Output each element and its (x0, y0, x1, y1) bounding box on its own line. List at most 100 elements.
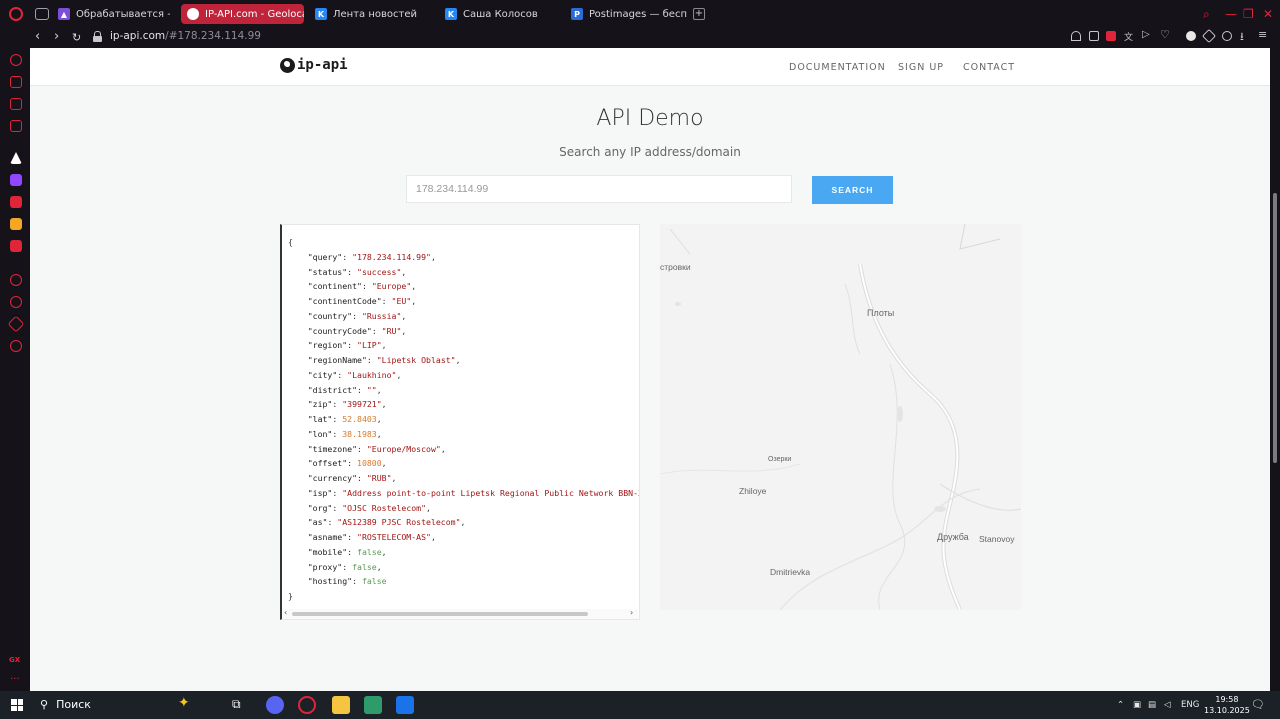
json-line: "country": "Russia", (307, 310, 407, 321)
gmail-icon[interactable] (10, 120, 22, 132)
brand-logo[interactable]: ip-api (280, 57, 348, 73)
new-tab-button[interactable]: + (693, 8, 705, 20)
menu-icon[interactable]: ≡ (1258, 28, 1268, 41)
tab-vk-profile[interactable]: K Саша Колосов (439, 4, 559, 24)
snapshot-icon[interactable] (1089, 31, 1099, 41)
search-icon[interactable]: ⌕ (1203, 7, 1210, 22)
json-line: "asname": "ROSTELECOM-AS", (307, 532, 436, 542)
gx-corner-icon[interactable] (10, 98, 22, 110)
taskbar-search[interactable]: ⚲ Поиск (40, 698, 91, 711)
opera-gx-icon[interactable] (298, 696, 316, 714)
adblock-shield-icon[interactable] (1106, 31, 1116, 41)
download-icon[interactable]: ⭳ (1240, 28, 1250, 43)
opera-sidebar: GX ··· (0, 48, 30, 691)
language-indicator[interactable]: ENG (1181, 700, 1199, 710)
page-viewport: ip-api DOCUMENTATION SIGN UP CONTACT API… (30, 48, 1270, 691)
json-value: "RU" (381, 325, 402, 336)
json-response-panel[interactable]: { "query": "178.234.114.99", "status": "… (280, 224, 640, 620)
ip-search-input[interactable] (406, 175, 792, 203)
horizontal-scrollbar[interactable]: ‹ › (282, 608, 638, 619)
tab-yava[interactable]: ▲ Обрабатывается - Yava (52, 4, 170, 24)
json-key: "asname" (307, 532, 348, 542)
map-label: Dmitrievka (770, 567, 811, 577)
twitch-icon[interactable] (10, 174, 22, 186)
close-icon[interactable]: ✕ (1263, 7, 1273, 21)
translate-icon[interactable]: 文 (1124, 30, 1134, 43)
history-icon[interactable] (10, 296, 22, 308)
copilot-icon[interactable]: ✦ (178, 695, 196, 713)
tray-app-icon[interactable]: ▤ (1148, 700, 1156, 710)
json-value: 52.8403 (342, 414, 377, 424)
json-line: "as": "AS12389 PJSC Rostelecom", (307, 517, 466, 528)
scroll-right-icon[interactable]: › (630, 608, 633, 617)
url-field[interactable]: ip-api.com/#178.234.114.99 (110, 30, 261, 42)
tab-ip-api[interactable]: IP-API.com - Geolocation (181, 4, 304, 24)
reload-icon[interactable]: ↻ (72, 31, 81, 44)
task-view-icon[interactable]: ⧉ (232, 697, 250, 715)
json-key: "as" (307, 517, 328, 528)
json-line: "offset": 10800, (307, 458, 387, 469)
nav-contact[interactable]: CONTACT (963, 62, 1015, 73)
page-title: API Demo (596, 106, 704, 131)
scrollbar-thumb[interactable] (292, 612, 588, 616)
shopping-icon[interactable] (10, 76, 22, 88)
json-line: "proxy": false, (307, 561, 382, 572)
speed-dial-icon[interactable] (10, 54, 22, 66)
app-icon[interactable] (10, 240, 22, 252)
forward-icon[interactable]: › (54, 29, 59, 44)
lock-icon[interactable] (93, 31, 102, 42)
tray-app-icon[interactable]: ▣ (1133, 700, 1141, 710)
tray-chevron-icon[interactable]: ⌃ (1117, 700, 1124, 710)
send-icon[interactable]: ▷ (1142, 29, 1152, 40)
back-icon[interactable]: ‹ (35, 29, 40, 44)
json-key: "org" (307, 502, 333, 513)
minimize-icon[interactable]: — (1225, 7, 1237, 21)
windows-start-icon[interactable] (11, 699, 23, 711)
scroll-left-icon[interactable]: ‹ (284, 608, 287, 617)
location-map[interactable]: стровки Плоты Озерки Zhiloye Дружба Stan… (660, 224, 1021, 610)
json-value: "LIP" (357, 340, 382, 351)
extensions-icon[interactable] (7, 315, 25, 333)
json-key: "lat" (307, 414, 333, 424)
json-value: 10800 (357, 458, 382, 469)
json-key: "district" (307, 384, 358, 395)
tab-vk-feed[interactable]: K Лента новостей (309, 4, 429, 24)
tab-island-icon[interactable] (35, 8, 49, 20)
settings-icon[interactable] (10, 340, 22, 352)
player-icon[interactable] (10, 274, 22, 286)
nav-documentation[interactable]: DOCUMENTATION (789, 62, 886, 73)
volume-icon[interactable]: ◁ (1164, 700, 1171, 710)
app-icon[interactable] (10, 218, 22, 230)
tab-label: Postimages — бесплатны (589, 8, 687, 20)
more-icon[interactable]: ··· (10, 674, 20, 685)
app-icon[interactable] (364, 696, 382, 714)
yandex-icon[interactable] (10, 196, 22, 208)
pin-icon[interactable] (1071, 31, 1081, 41)
heart-icon[interactable]: ♡ (1160, 28, 1170, 41)
tab-postimages[interactable]: P Postimages — бесплатны (565, 4, 687, 24)
nav-sign-up[interactable]: SIGN UP (898, 62, 944, 73)
discord-icon[interactable] (266, 696, 284, 714)
aria-icon[interactable] (10, 152, 22, 164)
page-scrollbar[interactable] (1270, 48, 1280, 691)
json-key: "city" (307, 369, 338, 380)
file-explorer-icon[interactable] (332, 696, 350, 714)
page-scrollbar-thumb[interactable] (1273, 193, 1277, 463)
json-value: "Europe" (371, 281, 412, 292)
opera-menu-icon[interactable] (9, 7, 23, 21)
restore-icon[interactable]: ❐ (1243, 7, 1254, 21)
search-button[interactable]: SEARCH (812, 176, 893, 204)
json-value: "AS12389 PJSC Rostelecom" (337, 517, 461, 528)
app-icon[interactable] (396, 696, 414, 714)
site-header: ip-api DOCUMENTATION SIGN UP CONTACT (30, 48, 1270, 86)
json-line: "continentCode": "EU", (307, 296, 417, 306)
json-key: "countryCode" (307, 325, 372, 336)
yava-icon: ▲ (58, 8, 70, 20)
clock[interactable]: 19:58 13.10.2025 (1204, 694, 1250, 716)
taskbar-search-label: Поиск (56, 698, 91, 711)
easy-setup-icon[interactable] (1222, 31, 1232, 41)
vpn-icon[interactable] (1186, 31, 1196, 41)
notifications-icon[interactable]: 🗨 (1251, 698, 1265, 711)
extensions-icon[interactable] (1201, 28, 1217, 44)
json-value: false (352, 561, 377, 572)
